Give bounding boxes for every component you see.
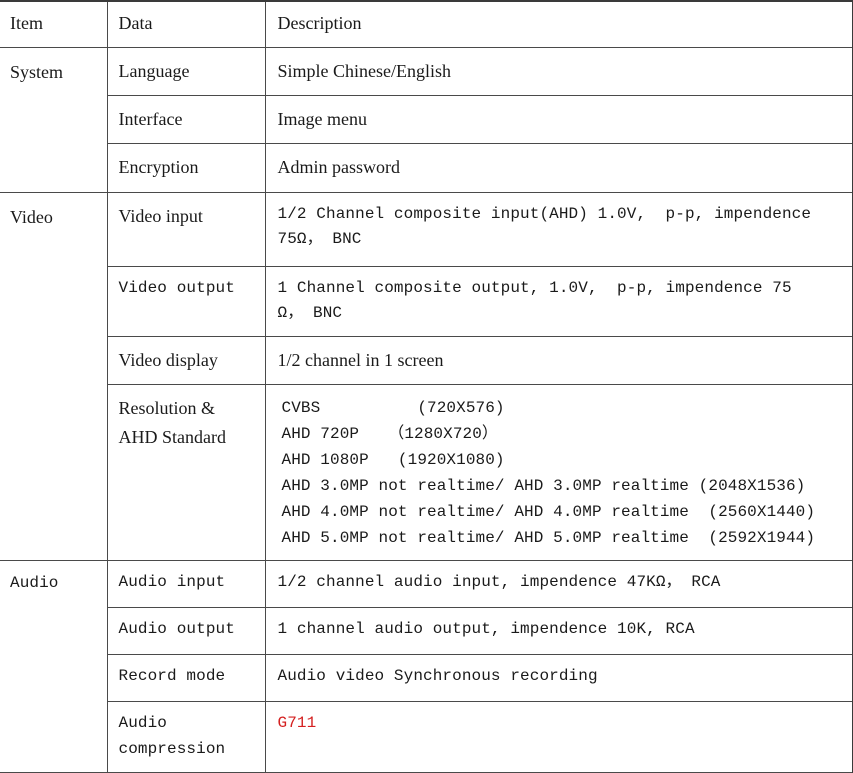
data-label-line: AHD Standard — [118, 426, 226, 447]
desc-value-video-display: 1/2 channel in 1 screen — [277, 349, 444, 370]
data-cell-record-mode: Record mode — [107, 654, 266, 703]
data-label-language: Language — [118, 61, 190, 82]
group-cell-system: System — [0, 47, 108, 193]
desc-cell-audio-input: 1/2 channel audio input, impendence 47KΩ… — [265, 560, 853, 609]
data-cell-video-output: Video output — [107, 266, 266, 337]
table-row-interface: Interface Image menu — [0, 95, 853, 145]
group-cell-audio: Audio — [0, 560, 108, 773]
data-label-audio-input: Audio input — [118, 573, 226, 592]
data-label-line: compression — [118, 740, 226, 759]
desc-cell-record-mode: Audio video Synchronous recording — [265, 654, 853, 703]
desc-line: AHD 4.0MP not realtime/ AHD 4.0MP realti… — [281, 503, 816, 522]
header-label-description: Description — [277, 13, 362, 33]
group-label-system: System — [10, 62, 64, 83]
desc-cell-audio-output: 1 channel audio output, impendence 10K, … — [265, 607, 853, 656]
specification-table: Item Data Description System Language Si… — [0, 0, 853, 773]
data-label-video-output: Video output — [118, 278, 235, 297]
desc-cell-language: Simple Chinese/English — [265, 47, 853, 97]
desc-line: AHD 5.0MP not realtime/ AHD 5.0MP realti… — [281, 529, 816, 548]
data-label-record-mode: Record mode — [118, 667, 226, 686]
table-row-language: System Language Simple Chinese/English — [0, 47, 853, 193]
table-header-row: Item Data Description — [0, 1, 853, 49]
data-label-video-input: Video input — [118, 205, 203, 226]
data-cell-interface: Interface — [107, 95, 266, 145]
desc-value-record-mode: Audio video Synchronous recording — [277, 667, 598, 686]
group-cell-video: Video — [0, 192, 108, 562]
desc-value-video-input: 1/2 Channel composite input(AHD) 1.0V, p… — [266, 193, 853, 262]
table-row-resolution: Resolution & AHD Standard CVBS (720X576)… — [0, 384, 853, 562]
desc-value-encryption: Admin password — [277, 157, 401, 178]
data-cell-video-input: Video input — [107, 192, 266, 267]
desc-line: Ω， BNC — [277, 304, 343, 323]
table-row-audio-compression: Audio compression G711 — [0, 701, 853, 773]
header-label-item: Item — [10, 13, 43, 33]
table-row-audio-output: Audio output 1 channel audio output, imp… — [0, 607, 853, 656]
table-row-encryption: Encryption Admin password — [0, 143, 853, 193]
data-cell-audio-compression: Audio compression — [107, 701, 266, 773]
desc-line: 75Ω， BNC — [277, 230, 362, 249]
desc-value-interface: Image menu — [277, 109, 367, 130]
desc-value-audio-output: 1 channel audio output, impendence 10K, … — [277, 620, 695, 639]
table-row-video-output: Video output 1 Channel composite output,… — [0, 266, 853, 337]
desc-line: AHD 3.0MP not realtime/ AHD 3.0MP realti… — [281, 477, 806, 496]
header-cell-item: Item — [0, 1, 108, 49]
data-label-line: Resolution & — [118, 397, 216, 418]
data-label-video-display: Video display — [118, 349, 218, 370]
desc-cell-encryption: Admin password — [265, 143, 853, 193]
desc-line: AHD 720P （1280X720） — [281, 425, 499, 444]
header-cell-description: Description — [265, 1, 853, 49]
desc-cell-video-output: 1 Channel composite output, 1.0V, p-p, i… — [265, 266, 853, 337]
group-label-video: Video — [10, 206, 53, 227]
data-label-line: Audio — [118, 714, 168, 733]
data-label-audio-compression: Audio compression — [108, 702, 265, 771]
desc-cell-video-input: 1/2 Channel composite input(AHD) 1.0V, p… — [265, 192, 853, 267]
data-cell-video-display: Video display — [107, 336, 266, 385]
desc-line: 1/2 Channel composite input(AHD) 1.0V, p… — [277, 204, 812, 223]
header-label-data: Data — [118, 13, 153, 33]
desc-value-resolution: CVBS (720X576) AHD 720P （1280X720） AHD 1… — [266, 385, 853, 560]
data-cell-encryption: Encryption — [107, 143, 266, 193]
data-label-resolution: Resolution & AHD Standard — [108, 385, 265, 461]
desc-value-audio-compression: G711 — [277, 714, 317, 733]
desc-cell-resolution: CVBS (720X576) AHD 720P （1280X720） AHD 1… — [265, 384, 853, 562]
data-cell-audio-output: Audio output — [107, 607, 266, 656]
table-row-video-input: Video Video input 1/2 Channel composite … — [0, 192, 853, 562]
data-cell-audio-input: Audio input — [107, 560, 266, 609]
desc-line: CVBS (720X576) — [281, 398, 505, 417]
desc-value-audio-input: 1/2 channel audio input, impendence 47KΩ… — [277, 573, 721, 592]
table-row-audio-input: Audio Audio input 1/2 channel audio inpu… — [0, 560, 853, 773]
desc-line: 1 Channel composite output, 1.0V, p-p, i… — [277, 278, 792, 297]
table-row-record-mode: Record mode Audio video Synchronous reco… — [0, 654, 853, 703]
data-cell-resolution: Resolution & AHD Standard — [107, 384, 266, 562]
desc-value-language: Simple Chinese/English — [277, 61, 452, 82]
data-label-audio-output: Audio output — [118, 620, 235, 639]
desc-value-video-output: 1 Channel composite output, 1.0V, p-p, i… — [266, 267, 853, 336]
data-cell-language: Language — [107, 47, 266, 97]
group-label-audio: Audio — [10, 574, 59, 593]
desc-cell-interface: Image menu — [265, 95, 853, 145]
table-row-video-display: Video display 1/2 channel in 1 screen — [0, 336, 853, 385]
data-label-interface: Interface — [118, 109, 183, 130]
data-label-encryption: Encryption — [118, 157, 199, 178]
desc-cell-video-display: 1/2 channel in 1 screen — [265, 336, 853, 385]
desc-line: AHD 1080P (1920X1080) — [281, 451, 505, 470]
header-cell-data: Data — [107, 1, 266, 49]
desc-cell-audio-compression: G711 — [265, 701, 853, 773]
